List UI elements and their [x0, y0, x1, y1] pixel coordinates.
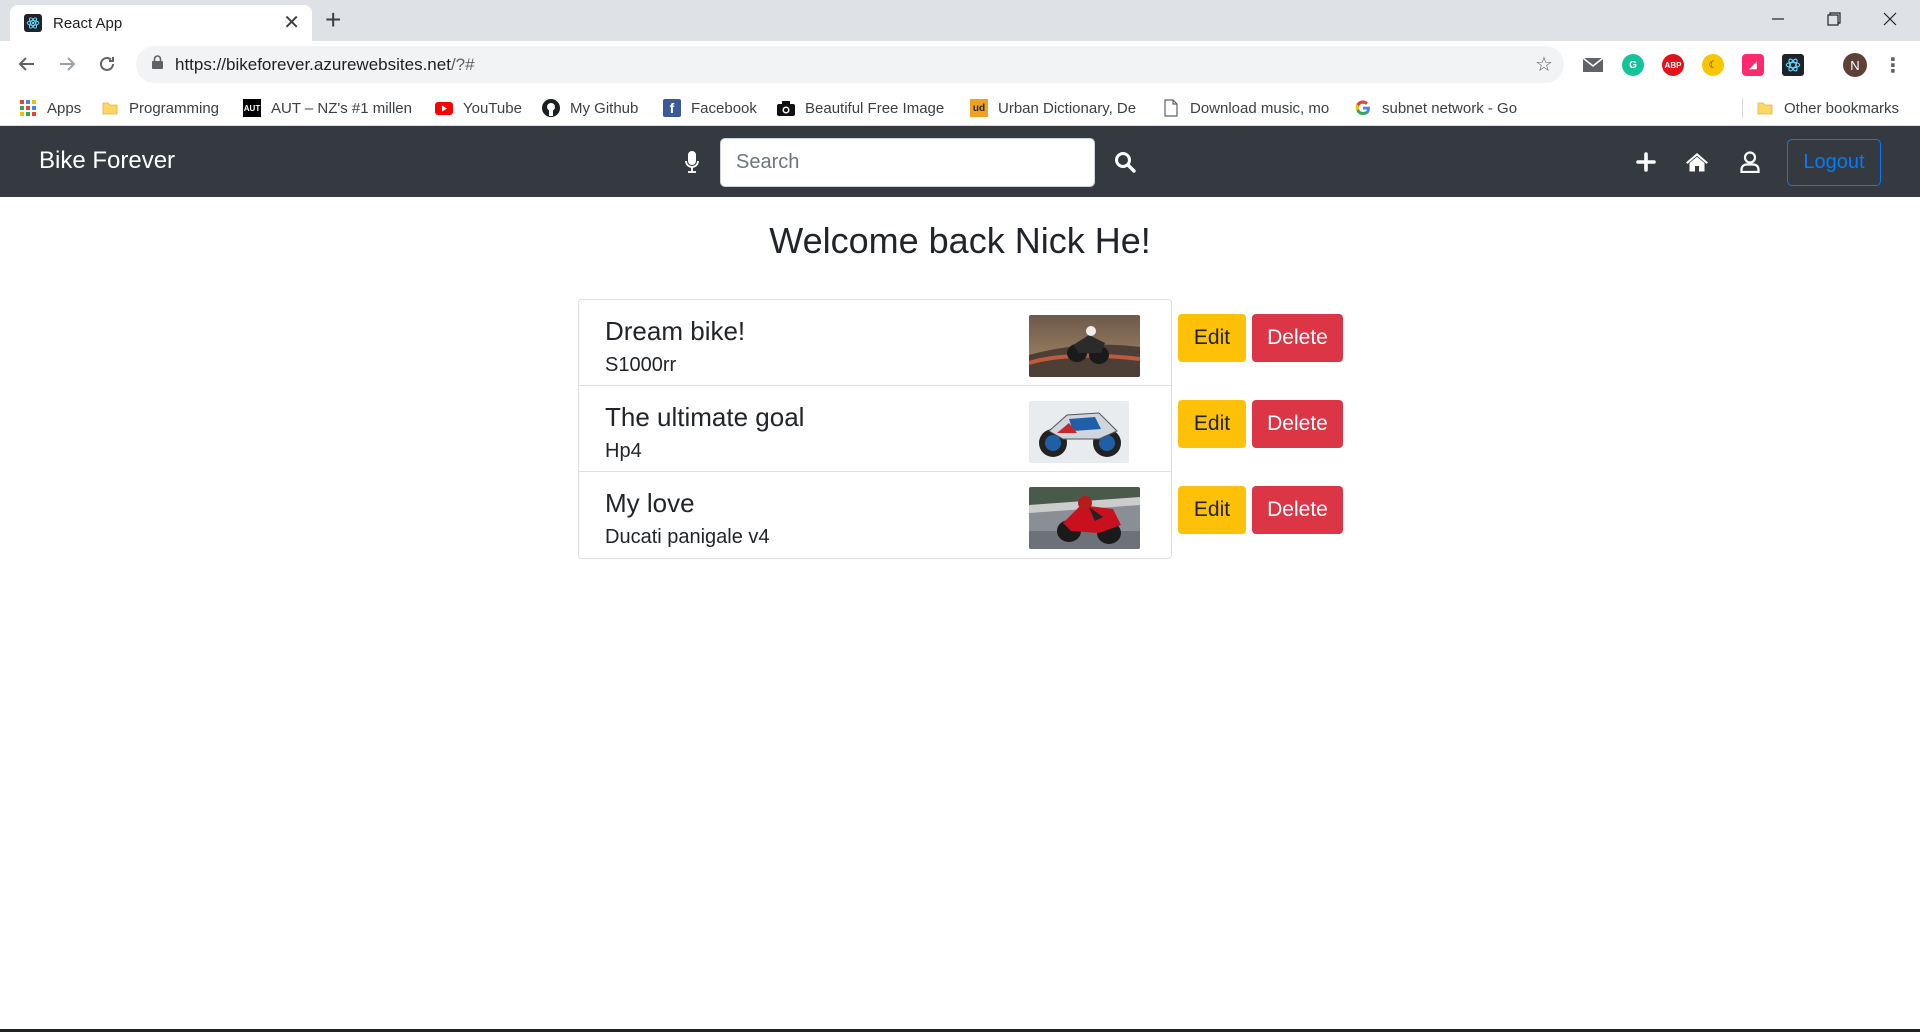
- github-icon: [542, 99, 560, 117]
- address-bar[interactable]: https://bikeforever.azurewebsites.net/?#…: [136, 46, 1564, 83]
- browser-menu-icon[interactable]: ⋮: [1882, 54, 1904, 77]
- home-icon[interactable]: [1683, 148, 1711, 176]
- bike-model: Ducati panigale v4: [605, 526, 770, 548]
- add-plus-icon[interactable]: [1632, 148, 1660, 176]
- bike-title: Dream bike!: [605, 316, 746, 346]
- reload-icon[interactable]: [91, 48, 123, 80]
- delete-button[interactable]: Delete: [1252, 400, 1343, 448]
- bookmark-apps[interactable]: Apps: [19, 97, 81, 119]
- bookmarks-divider: [1742, 98, 1743, 118]
- user-profile-icon[interactable]: [1736, 148, 1764, 176]
- bookmark-beautiful-free-images[interactable]: Beautiful Free Image: [777, 97, 949, 119]
- bike-thumbnail: [1029, 401, 1129, 463]
- search-input[interactable]: [720, 138, 1095, 187]
- bookmark-programming[interactable]: Programming: [101, 97, 219, 119]
- tab-title: React App: [53, 14, 123, 32]
- forward-arrow-icon[interactable]: [51, 48, 83, 80]
- browser-tab-strip: React App ✕ +: [0, 0, 1920, 41]
- search-icon[interactable]: [1112, 149, 1138, 175]
- close-tab-icon[interactable]: ✕: [283, 13, 300, 33]
- page-icon: [1162, 99, 1180, 117]
- list-item[interactable]: My love Ducati panigale v4: [579, 472, 1171, 558]
- list-item[interactable]: Dream bike! S1000rr: [579, 300, 1171, 386]
- bookmark-label: Facebook: [691, 99, 757, 117]
- pink-extension-icon[interactable]: ◢: [1742, 54, 1764, 76]
- bookmark-subnet-network[interactable]: subnet network - Go: [1354, 97, 1524, 119]
- camera-icon: [777, 99, 795, 117]
- logout-button[interactable]: Logout: [1787, 139, 1881, 186]
- item-actions: Edit Delete: [1178, 486, 1343, 534]
- folder-icon: [1756, 99, 1774, 117]
- bookmark-youtube[interactable]: YouTube: [435, 97, 522, 119]
- bike-model: S1000rr: [605, 354, 677, 376]
- bookmark-download-music[interactable]: Download music, mo: [1162, 97, 1332, 119]
- bookmark-label: YouTube: [463, 99, 522, 117]
- bookmark-urban-dictionary[interactable]: ud Urban Dictionary, De: [970, 97, 1140, 119]
- aut-logo-icon: AUT: [243, 99, 261, 117]
- microphone-icon[interactable]: [681, 149, 703, 175]
- bookmark-label: subnet network - Go: [1382, 99, 1518, 117]
- urban-dictionary-icon: ud: [970, 99, 988, 117]
- minimize-window-icon[interactable]: [1750, 4, 1806, 34]
- lock-icon: [152, 55, 163, 74]
- bike-model: Hp4: [605, 440, 642, 462]
- app-navbar: Bike Forever Logout: [0, 126, 1920, 197]
- welcome-heading: Welcome back Nick He!: [769, 220, 1151, 261]
- react-devtools-icon[interactable]: [1782, 54, 1804, 76]
- bookmarks-bar: Apps Programming AUT AUT – NZ's #1 mille…: [0, 88, 1920, 126]
- bike-title: The ultimate goal: [605, 402, 805, 432]
- bookmark-label: Beautiful Free Image: [805, 99, 945, 117]
- folder-icon: [101, 99, 119, 117]
- new-tab-icon[interactable]: +: [325, 6, 341, 34]
- bike-thumbnail: [1029, 487, 1140, 549]
- youtube-icon: [435, 99, 453, 117]
- grammarly-icon[interactable]: G: [1622, 54, 1644, 76]
- edit-button[interactable]: Edit: [1178, 314, 1246, 362]
- bookmark-label: Download music, mo: [1190, 99, 1330, 117]
- bookmark-label: My Github: [570, 99, 639, 117]
- list-item[interactable]: The ultimate goal Hp4: [579, 386, 1171, 472]
- restore-window-icon[interactable]: [1806, 4, 1862, 34]
- url-text[interactable]: https://bikeforever.azurewebsites.net/?#: [175, 55, 1524, 75]
- close-window-icon[interactable]: [1862, 4, 1918, 34]
- bike-list: Dream bike! S1000rr The ultimate goal Hp…: [578, 299, 1172, 559]
- url-host: https://bikeforever.azurewebsites.net: [175, 54, 451, 74]
- bike-thumbnail: [1029, 315, 1140, 377]
- delete-button[interactable]: Delete: [1252, 314, 1343, 362]
- bookmark-label: Apps: [47, 99, 82, 117]
- delete-button[interactable]: Delete: [1252, 486, 1343, 534]
- edit-button[interactable]: Edit: [1178, 486, 1246, 534]
- brand-link[interactable]: Bike Forever: [39, 147, 175, 175]
- browser-toolbar: https://bikeforever.azurewebsites.net/?#…: [0, 41, 1920, 88]
- bookmark-star-icon[interactable]: ☆: [1524, 52, 1564, 77]
- moon-extension-icon[interactable]: ☾: [1702, 54, 1724, 76]
- google-icon: [1354, 99, 1372, 117]
- item-actions: Edit Delete: [1178, 400, 1343, 448]
- mail-extension-icon[interactable]: [1582, 54, 1604, 76]
- apps-grid-icon: [19, 99, 37, 117]
- react-icon: [24, 14, 42, 32]
- back-arrow-icon[interactable]: [11, 48, 43, 80]
- facebook-icon: f: [663, 99, 681, 117]
- browser-tab[interactable]: React App ✕: [10, 5, 312, 41]
- profile-avatar[interactable]: N: [1843, 53, 1867, 77]
- bookmark-label: AUT – NZ's #1 millen: [271, 99, 412, 117]
- edit-button[interactable]: Edit: [1178, 400, 1246, 448]
- item-actions: Edit Delete: [1178, 314, 1343, 362]
- url-path: /?#: [450, 54, 475, 74]
- bookmark-label: Programming: [129, 99, 220, 117]
- bookmark-facebook[interactable]: f Facebook: [663, 97, 757, 119]
- bike-title: My love: [605, 488, 695, 518]
- bookmark-github[interactable]: My Github: [542, 97, 638, 119]
- bookmark-aut[interactable]: AUT AUT – NZ's #1 millen: [243, 97, 415, 119]
- adblock-plus-icon[interactable]: ABP: [1662, 54, 1684, 76]
- bookmark-label: Other bookmarks: [1784, 99, 1900, 117]
- bookmark-other-bookmarks[interactable]: Other bookmarks: [1756, 97, 1899, 119]
- bookmark-label: Urban Dictionary, De: [998, 99, 1137, 117]
